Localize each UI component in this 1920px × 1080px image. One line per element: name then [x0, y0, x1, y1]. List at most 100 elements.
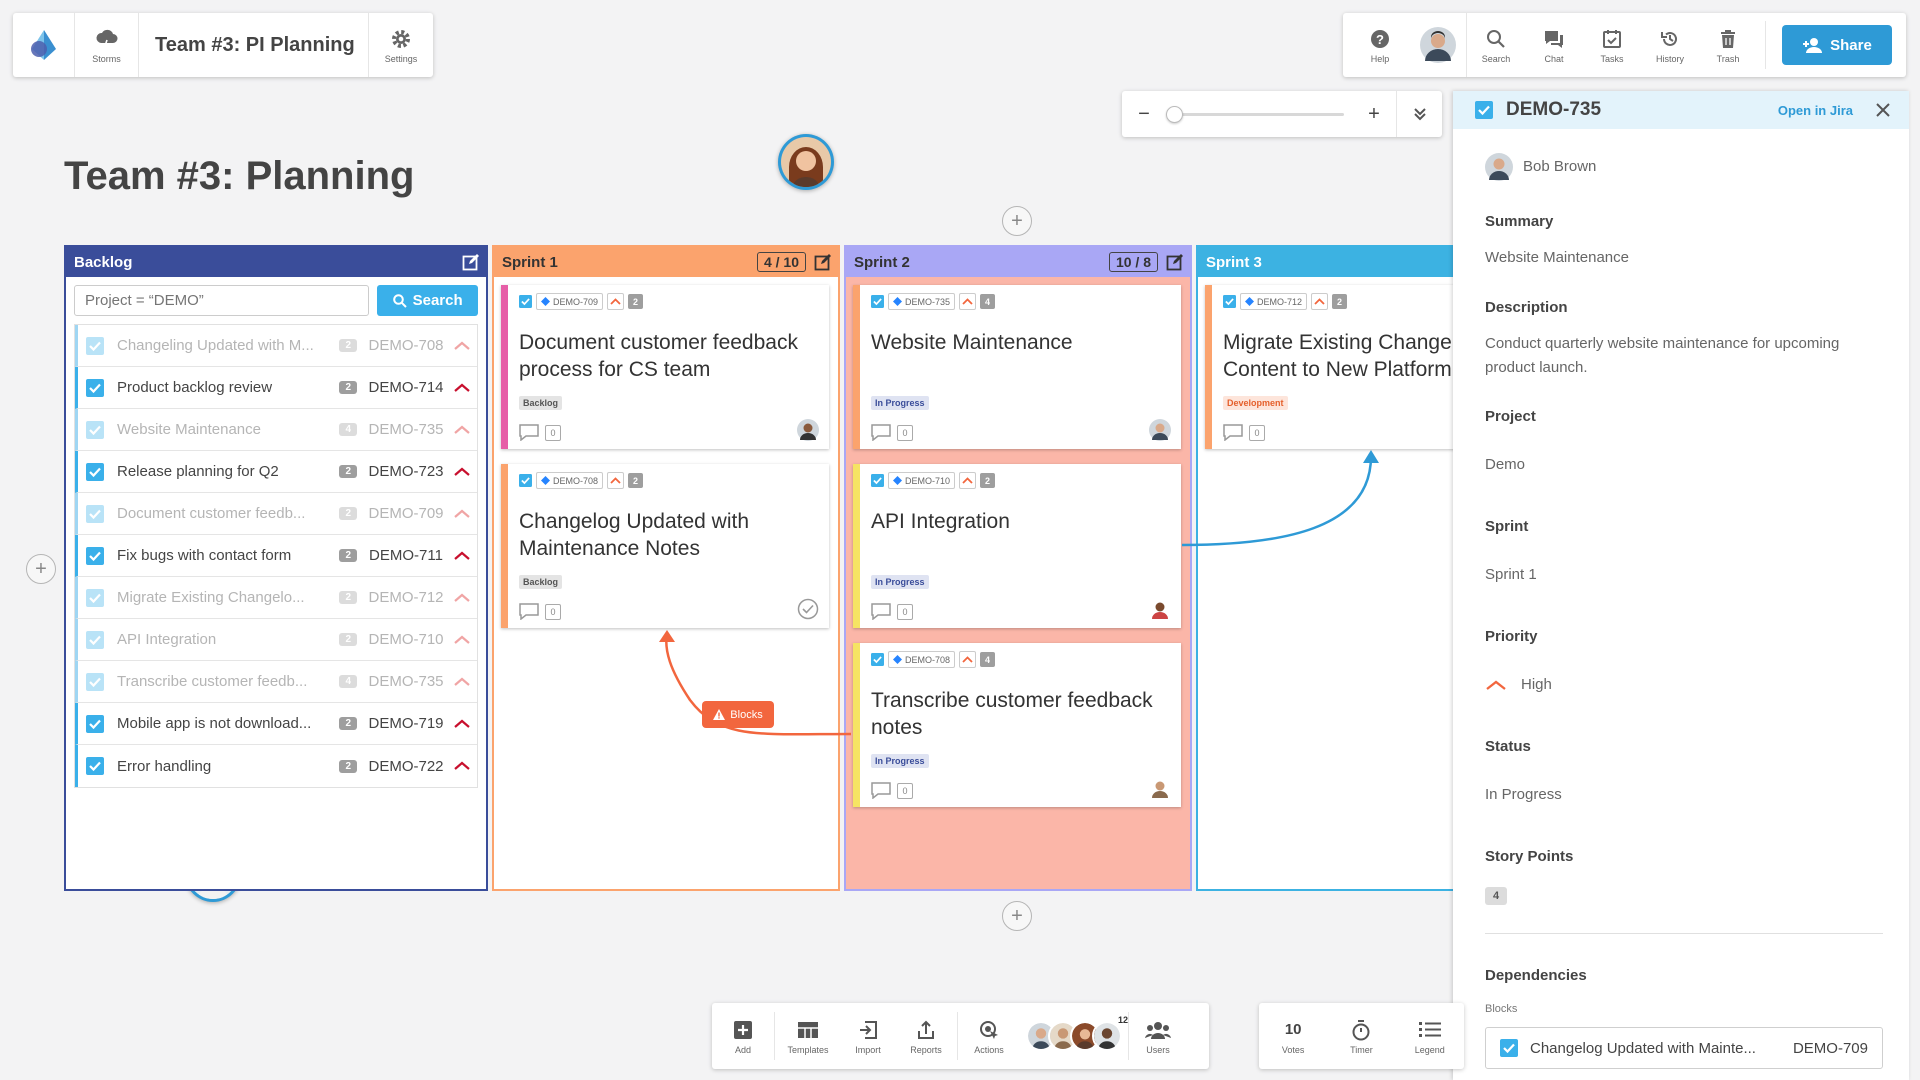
- edit-icon[interactable]: [814, 253, 832, 271]
- checkbox-icon: [1223, 295, 1236, 308]
- chevron-up-icon: [454, 677, 470, 686]
- jql-search-input[interactable]: [74, 285, 370, 316]
- issue-card[interactable]: DEMO-712 2 Migrate Existing Changelog Conte…: [1205, 285, 1454, 449]
- chevron-up-icon: [454, 467, 470, 476]
- board-title[interactable]: Team #3: PI Planning: [139, 13, 369, 77]
- legend-button[interactable]: Legend: [1400, 1003, 1460, 1069]
- summary-value[interactable]: Website Maintenance: [1485, 246, 1629, 270]
- story-points-value[interactable]: 4: [1485, 886, 1508, 905]
- history-button[interactable]: History: [1641, 13, 1699, 77]
- import-button[interactable]: Import: [841, 1003, 895, 1069]
- edit-icon[interactable]: [1166, 253, 1184, 271]
- collaborator-avatar[interactable]: [778, 134, 834, 190]
- open-in-jira-link[interactable]: Open in Jira: [1778, 103, 1853, 118]
- card-color-stripe: [501, 464, 508, 628]
- backlog-item-title: Error handling: [117, 757, 212, 775]
- chat-button[interactable]: Chat: [1525, 13, 1583, 77]
- search-button[interactable]: Search: [1467, 13, 1525, 77]
- backlog-item[interactable]: Product backlog review 2 DEMO-714: [75, 367, 477, 409]
- zoom-slider-handle[interactable]: [1166, 106, 1183, 123]
- users-button[interactable]: Users: [1129, 1003, 1187, 1069]
- tasks-button[interactable]: Tasks: [1583, 13, 1641, 77]
- settings-button[interactable]: Settings: [369, 13, 433, 77]
- card-color-stripe: [853, 285, 860, 449]
- zoom-slider[interactable]: [1166, 91, 1352, 137]
- checkbox-icon: [871, 653, 884, 666]
- timer-button[interactable]: Timer: [1331, 1003, 1391, 1069]
- blocks-label: Blocks: [1485, 1003, 1518, 1015]
- priority-chip: [959, 472, 977, 489]
- add-column-above-button[interactable]: +: [1002, 206, 1032, 236]
- assignee[interactable]: Bob Brown: [1485, 153, 1596, 181]
- card-title-line: Document customer feedback: [519, 331, 798, 354]
- backlog-search-button[interactable]: Search: [377, 285, 478, 316]
- checkbox-icon: [871, 295, 884, 308]
- comment-count: 0: [545, 603, 561, 620]
- zoom-in-button[interactable]: +: [1352, 91, 1396, 137]
- backlog-item[interactable]: Document customer feedb... 2 DEMO-709: [75, 493, 477, 535]
- issue-card[interactable]: DEMO-710 2 API Integration In Progress 0: [853, 464, 1181, 628]
- trash-icon: [1719, 27, 1737, 51]
- backlog-item[interactable]: Transcribe customer feedb... 4 DEMO-735: [75, 661, 477, 703]
- collapse-toolbar-button[interactable]: [1396, 91, 1442, 137]
- bottom-toolbar: Add Templates Import Reports Actions 12: [712, 1003, 1209, 1069]
- active-users-stack[interactable]: 12: [1020, 1003, 1128, 1069]
- sprint-value[interactable]: Sprint 1: [1485, 563, 1537, 587]
- help-button[interactable]: ? Help: [1351, 13, 1409, 77]
- backlog-item[interactable]: Release planning for Q2 2 DEMO-723: [75, 451, 477, 493]
- edit-icon[interactable]: [462, 253, 480, 271]
- close-icon[interactable]: [1875, 102, 1891, 118]
- column-header: Sprint 2 10 / 8: [846, 247, 1190, 277]
- current-user-avatar[interactable]: [1409, 13, 1467, 77]
- reports-button[interactable]: Reports: [895, 1003, 957, 1069]
- templates-label: Templates: [787, 1044, 829, 1055]
- jira-icon: [893, 655, 902, 664]
- add-column-below-button[interactable]: +: [1002, 901, 1032, 931]
- issue-key-chip: DEMO-708: [888, 651, 956, 668]
- add-button[interactable]: Add: [712, 1003, 774, 1069]
- card-title: Website Maintenance: [871, 329, 1171, 356]
- votes-button[interactable]: 10 Votes: [1263, 1003, 1323, 1069]
- description-value[interactable]: Conduct quarterly website maintenance fo…: [1485, 332, 1839, 380]
- page-title: Team #3: Planning: [64, 154, 415, 198]
- trash-button[interactable]: Trash: [1699, 13, 1757, 77]
- app-logo[interactable]: [13, 13, 75, 77]
- trash-label: Trash: [1716, 53, 1740, 64]
- add-column-left-button[interactable]: +: [26, 554, 56, 584]
- blocks-dependency-tag[interactable]: Blocks: [702, 701, 774, 728]
- actions-button[interactable]: Actions: [958, 1003, 1020, 1069]
- status-value[interactable]: In Progress: [1485, 783, 1562, 807]
- story-points-badge: 2: [339, 759, 357, 773]
- status-badge: Development: [1223, 396, 1288, 410]
- issue-card[interactable]: DEMO-708 2 Changelog Updated with Maintenan…: [501, 464, 829, 628]
- issue-card[interactable]: DEMO-708 4 Transcribe customer feedback not…: [853, 643, 1181, 807]
- card-footer: 0: [871, 603, 913, 620]
- dependency-item[interactable]: Changelog Updated with Mainte... DEMO-70…: [1485, 1027, 1883, 1069]
- issue-card[interactable]: DEMO-709 2 Document customer feedback proce…: [501, 285, 829, 449]
- project-value[interactable]: Demo: [1485, 453, 1525, 477]
- storms-button[interactable]: Storms: [75, 13, 139, 77]
- checkbox-icon: [86, 420, 104, 439]
- backlog-item[interactable]: Changeling Updated with M... 2 DEMO-708: [75, 325, 477, 367]
- priority-value[interactable]: High: [1485, 673, 1552, 697]
- description-label: Description: [1485, 299, 1568, 316]
- backlog-item[interactable]: Website Maintenance 4 DEMO-735: [75, 409, 477, 451]
- card-title-line: Transcribe customer feedback: [871, 689, 1153, 712]
- backlog-item[interactable]: API Integration 2 DEMO-710: [75, 619, 477, 661]
- backlog-item[interactable]: Migrate Existing Changelo... 2 DEMO-712: [75, 577, 477, 619]
- backlog-item[interactable]: Fix bugs with contact form 2 DEMO-711: [75, 535, 477, 577]
- issue-key: DEMO-710: [905, 475, 951, 486]
- chevron-up-icon: [454, 593, 470, 602]
- card-title-line: Content to New Platform: [1223, 358, 1452, 381]
- issue-card[interactable]: DEMO-735 4 Website Maintenance In Progress 0: [853, 285, 1181, 449]
- share-label: Share: [1830, 36, 1872, 54]
- story-points-badge: 4: [339, 675, 357, 688]
- backlog-item[interactable]: Mobile app is not download... 2 DEMO-719: [75, 703, 477, 745]
- templates-button[interactable]: Templates: [775, 1003, 841, 1069]
- chevron-up-icon: [454, 761, 470, 770]
- card-title-line: Maintenance Notes: [519, 537, 700, 560]
- zoom-out-button[interactable]: −: [1122, 91, 1166, 137]
- backlog-item[interactable]: Error handling 2 DEMO-722: [75, 745, 477, 787]
- share-button[interactable]: Share: [1782, 25, 1892, 65]
- column-title: Sprint 1: [502, 253, 558, 271]
